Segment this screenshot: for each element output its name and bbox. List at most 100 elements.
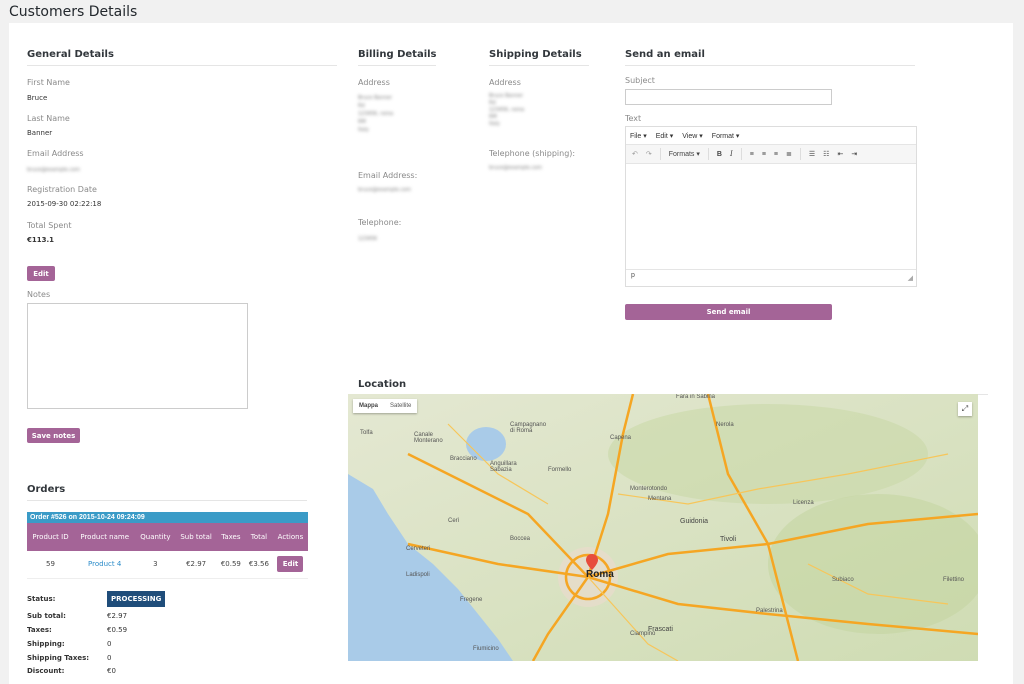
place-label: Formello xyxy=(548,467,572,473)
shipping-phone-label: Telephone (shipping): xyxy=(489,149,576,158)
place-label: Capena xyxy=(610,435,632,441)
menu-file[interactable]: File ▾ xyxy=(630,132,647,140)
align-center-icon[interactable]: ≡ xyxy=(762,151,766,158)
location-heading: Location xyxy=(358,379,407,390)
send-email-button[interactable]: Send email xyxy=(625,304,832,320)
menu-format[interactable]: Format ▾ xyxy=(712,132,740,140)
place-label: Licenza xyxy=(793,500,814,506)
shipping-address-label: Address xyxy=(489,78,521,87)
last-name-value: Banner xyxy=(27,129,53,137)
billing-phone-label: Telephone: xyxy=(358,218,402,227)
place-label: Cerì xyxy=(448,518,460,524)
editor-body[interactable] xyxy=(626,164,916,269)
shipping-taxes-label: Shipping Taxes: xyxy=(27,654,90,662)
place-label: Ciampino xyxy=(630,631,656,637)
discount-label: Discount: xyxy=(27,667,65,675)
col-product-name: Product name xyxy=(73,523,136,551)
formats-dropdown[interactable]: Formats ▾ xyxy=(669,150,700,158)
outdent-icon[interactable]: ⇤ xyxy=(837,150,843,158)
map-type-toggle: Mappa Satellite xyxy=(353,399,418,413)
billing-email: bruce@example.com xyxy=(358,187,412,193)
align-left-icon[interactable]: ≡ xyxy=(750,151,754,158)
align-right-icon[interactable]: ≡ xyxy=(774,151,778,158)
edit-customer-button[interactable]: Edit xyxy=(27,266,55,281)
discount-value: €0 xyxy=(107,667,116,675)
page-title: Customers Details xyxy=(9,4,138,20)
place-label: Monterotondo xyxy=(630,486,668,492)
orders-heading: Orders xyxy=(27,484,66,495)
col-actions: Actions xyxy=(272,523,308,551)
resize-handle-icon[interactable]: ◢ xyxy=(908,274,913,282)
fullscreen-icon[interactable]: ⤢ xyxy=(958,402,972,416)
subject-input[interactable] xyxy=(625,89,832,105)
subtotal-value: €2.97 xyxy=(107,612,128,620)
email-editor: File ▾ Edit ▾ View ▾ Format ▾ ↶ ↷ Format… xyxy=(625,126,917,287)
satellite-tab[interactable]: Satellite xyxy=(384,399,417,413)
bold-icon[interactable]: B xyxy=(717,151,722,158)
email-value: bruce@example.com xyxy=(27,167,81,173)
send-email-heading: Send an email xyxy=(625,49,705,60)
notes-label: Notes xyxy=(27,290,51,299)
place-label: Fiumicino xyxy=(473,646,499,652)
cell-total: €3.56 xyxy=(244,551,273,579)
redo-icon[interactable]: ↷ xyxy=(646,150,652,158)
shipping-value: 0 xyxy=(107,640,112,648)
shipping-phone: bruce@example.com xyxy=(489,165,543,171)
place-label: Tolfa xyxy=(360,430,373,436)
place-label: Anguillara Sabazia xyxy=(490,461,517,473)
notes-textarea[interactable] xyxy=(27,303,248,409)
shipping-label: Shipping: xyxy=(27,640,65,648)
first-name-value: Bruce xyxy=(27,94,48,102)
place-label: Guidonia xyxy=(680,518,709,525)
cell-taxes: €0.59 xyxy=(216,551,245,579)
cell-quantity: 3 xyxy=(135,551,176,579)
place-label: Filettino xyxy=(943,577,965,583)
billing-email-label: Email Address: xyxy=(358,171,418,180)
total-spent-value: €113.1 xyxy=(27,236,55,244)
place-label: Palestrina xyxy=(756,608,783,614)
order-title: Order #526 on 2015-10-24 09:24:09 xyxy=(27,512,308,523)
total-spent-label: Total Spent xyxy=(27,221,72,230)
billing-heading: Billing Details xyxy=(358,49,437,60)
order-table: Product ID Product name Quantity Sub tot… xyxy=(27,523,308,579)
subtotal-label: Sub total: xyxy=(27,612,66,620)
bullet-list-icon[interactable]: ☰ xyxy=(809,150,815,158)
menu-view[interactable]: View ▾ xyxy=(682,132,703,140)
shipping-address: Bruce Banner Rd 123456, roma RM Italy xyxy=(489,93,525,127)
last-name-label: Last Name xyxy=(27,114,70,123)
place-label: Ladispoli xyxy=(406,572,430,578)
indent-icon[interactable]: ⇥ xyxy=(851,150,857,158)
align-justify-icon[interactable]: ≣ xyxy=(786,150,792,158)
italic-icon[interactable]: I xyxy=(730,150,733,158)
cell-subtotal: €2.97 xyxy=(175,551,217,579)
edit-order-button[interactable]: Edit xyxy=(277,556,304,573)
table-row: 59 Product 4 3 €2.97 €0.59 €3.56 Edit xyxy=(27,551,308,579)
status-label: Status: xyxy=(27,595,56,603)
shipping-heading: Shipping Details xyxy=(489,49,582,60)
place-label: Mentana xyxy=(648,496,672,502)
menu-edit[interactable]: Edit ▾ xyxy=(656,132,674,140)
place-label: Subiaco xyxy=(832,577,854,583)
registration-label: Registration Date xyxy=(27,185,97,194)
col-subtotal: Sub total xyxy=(175,523,217,551)
map-tab[interactable]: Mappa xyxy=(353,399,384,413)
save-notes-button[interactable]: Save notes xyxy=(27,428,80,443)
place-label: Cerveteri xyxy=(406,546,431,552)
col-total: Total xyxy=(244,523,273,551)
taxes-value: €0.59 xyxy=(107,626,128,634)
billing-address: Bruce Banner Rd 123456, roma RM Italy xyxy=(358,95,394,133)
city-label: Roma xyxy=(586,569,614,580)
product-link[interactable]: Product 4 xyxy=(88,560,121,568)
undo-icon[interactable]: ↶ xyxy=(632,150,638,158)
place-label: Boccea xyxy=(510,536,531,542)
location-map[interactable]: Mappa Satellite Roma Tolfa Canale Monter… xyxy=(348,394,978,661)
billing-phone: 123456 xyxy=(358,236,378,242)
order-card: Order #526 on 2015-10-24 09:24:09 Produc… xyxy=(27,512,308,579)
editor-menubar: File ▾ Edit ▾ View ▾ Format ▾ xyxy=(626,127,916,144)
text-label: Text xyxy=(625,114,642,123)
numbered-list-icon[interactable]: ☷ xyxy=(823,150,829,158)
place-label: Nerola xyxy=(716,422,734,428)
place-label: Tivoli xyxy=(720,536,737,543)
billing-address-label: Address xyxy=(358,78,390,87)
col-product-id: Product ID xyxy=(27,523,74,551)
